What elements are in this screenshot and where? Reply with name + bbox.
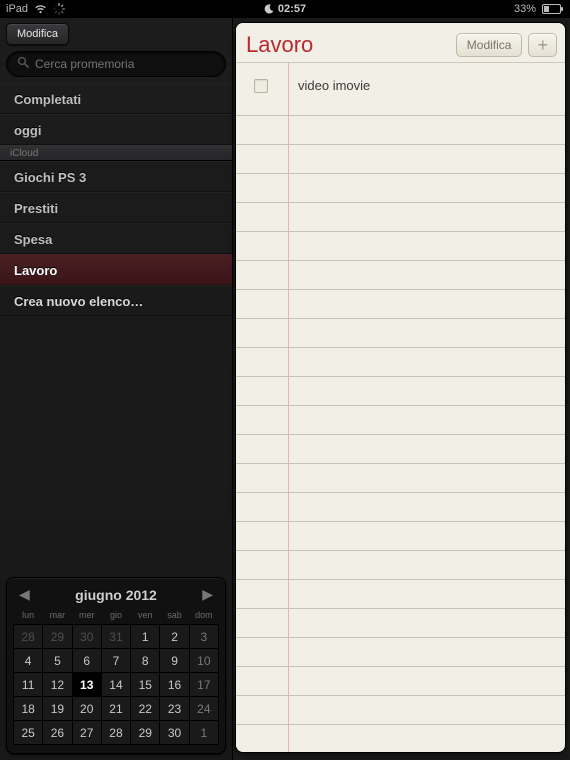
calendar-day[interactable]: 23 — [160, 697, 189, 721]
do-not-disturb-icon — [264, 4, 274, 14]
calendar-day[interactable]: 10 — [189, 649, 218, 673]
calendar-day[interactable]: 18 — [14, 697, 43, 721]
calendar-day[interactable]: 11 — [14, 673, 43, 697]
detail-pane: Lavoro Modifica + video imovie — [233, 18, 570, 760]
status-bar: iPad 02:57 33% — [0, 0, 570, 18]
calendar-day[interactable]: 5 — [43, 649, 72, 673]
calendar-day[interactable]: 24 — [189, 697, 218, 721]
reminder-checkbox[interactable] — [254, 79, 268, 93]
calendar-header: ◀ giugno 2012 ▶ — [13, 584, 219, 606]
calendar-weekday-label: gio — [101, 608, 130, 625]
reminder-text: video imovie — [298, 78, 370, 93]
detail-title: Lavoro — [246, 32, 450, 58]
calendar-day[interactable]: 28 — [101, 721, 130, 745]
calendar-day[interactable]: 3 — [189, 625, 218, 649]
calendar-day-today[interactable]: 13 — [72, 673, 101, 697]
reminder-row[interactable]: video imovie — [236, 71, 565, 100]
sidebar-item-spesa[interactable]: Spesa — [0, 223, 232, 254]
calendar-day[interactable]: 15 — [131, 673, 160, 697]
calendar-day[interactable]: 27 — [72, 721, 101, 745]
calendar-day[interactable]: 17 — [189, 673, 218, 697]
search-icon — [17, 55, 29, 73]
calendar-day[interactable]: 21 — [101, 697, 130, 721]
calendar-day[interactable]: 29 — [43, 625, 72, 649]
calendar-day[interactable]: 16 — [160, 673, 189, 697]
calendar-day[interactable]: 2 — [160, 625, 189, 649]
sidebar-item-completed[interactable]: Completati — [0, 83, 232, 114]
sidebar-item-today[interactable]: oggi — [0, 114, 232, 145]
calendar-weekday-label: lun — [14, 608, 43, 625]
search-wrap — [0, 51, 232, 83]
search-field[interactable] — [6, 51, 226, 77]
calendar-weekday-label: ven — [131, 608, 160, 625]
calendar-day[interactable]: 20 — [72, 697, 101, 721]
calendar-day[interactable]: 8 — [131, 649, 160, 673]
sidebar-edit-button[interactable]: Modifica — [6, 23, 69, 45]
calendar-day[interactable]: 7 — [101, 649, 130, 673]
sidebar-toolbar: Modifica — [0, 18, 232, 51]
calendar-day[interactable]: 29 — [131, 721, 160, 745]
sidebar-section-icloud: iCloud — [0, 145, 232, 161]
calendar-weekday-label: sab — [160, 608, 189, 625]
calendar-day[interactable]: 6 — [72, 649, 101, 673]
mini-calendar: ◀ giugno 2012 ▶ lunmarmergiovensabdom 28… — [6, 577, 226, 754]
status-center: 02:57 — [0, 3, 570, 15]
calendar-next-button[interactable]: ▶ — [196, 586, 219, 603]
calendar-weekday-label: mar — [43, 608, 72, 625]
sidebar: Modifica Completati oggi iCloud Giochi P… — [0, 18, 233, 760]
calendar-day[interactable]: 14 — [101, 673, 130, 697]
calendar-weekday-label: dom — [189, 608, 218, 625]
calendar-day[interactable]: 19 — [43, 697, 72, 721]
calendar-day[interactable]: 1 — [189, 721, 218, 745]
calendar-day[interactable]: 28 — [14, 625, 43, 649]
calendar-weekday-row: lunmarmergiovensabdom — [14, 608, 219, 625]
sidebar-item-giochi-ps3[interactable]: Giochi PS 3 — [0, 161, 232, 192]
calendar-prev-button[interactable]: ◀ — [13, 586, 36, 603]
sidebar-spacer — [0, 316, 232, 571]
calendar-title: giugno 2012 — [75, 587, 157, 603]
detail-add-button[interactable]: + — [528, 33, 557, 57]
calendar-day[interactable]: 25 — [14, 721, 43, 745]
detail-header: Lavoro Modifica + — [236, 23, 565, 63]
sidebar-item-prestiti[interactable]: Prestiti — [0, 192, 232, 223]
calendar-weekday-label: mer — [72, 608, 101, 625]
calendar-day[interactable]: 4 — [14, 649, 43, 673]
calendar-grid: lunmarmergiovensabdom 282930311234567891… — [13, 608, 219, 745]
detail-edit-button[interactable]: Modifica — [456, 33, 523, 57]
search-input[interactable] — [35, 57, 215, 71]
calendar-day[interactable]: 1 — [131, 625, 160, 649]
sidebar-item-lavoro[interactable]: Lavoro — [0, 254, 232, 285]
calendar-day[interactable]: 30 — [72, 625, 101, 649]
sidebar-item-new-list[interactable]: Crea nuovo elenco… — [0, 285, 232, 316]
reminder-list-paper[interactable]: Lavoro Modifica + video imovie — [236, 23, 565, 752]
calendar-day[interactable]: 30 — [160, 721, 189, 745]
sidebar-smart-lists: Completati oggi — [0, 83, 232, 145]
clock-label: 02:57 — [278, 3, 306, 15]
reminders-app: Modifica Completati oggi iCloud Giochi P… — [0, 18, 570, 760]
calendar-day[interactable]: 22 — [131, 697, 160, 721]
calendar-day[interactable]: 31 — [101, 625, 130, 649]
calendar-body: 2829303112345678910111213141516171819202… — [14, 625, 219, 745]
calendar-day[interactable]: 9 — [160, 649, 189, 673]
sidebar-user-lists: Giochi PS 3 Prestiti Spesa Lavoro Crea n… — [0, 161, 232, 316]
calendar-day[interactable]: 26 — [43, 721, 72, 745]
calendar-day[interactable]: 12 — [43, 673, 72, 697]
